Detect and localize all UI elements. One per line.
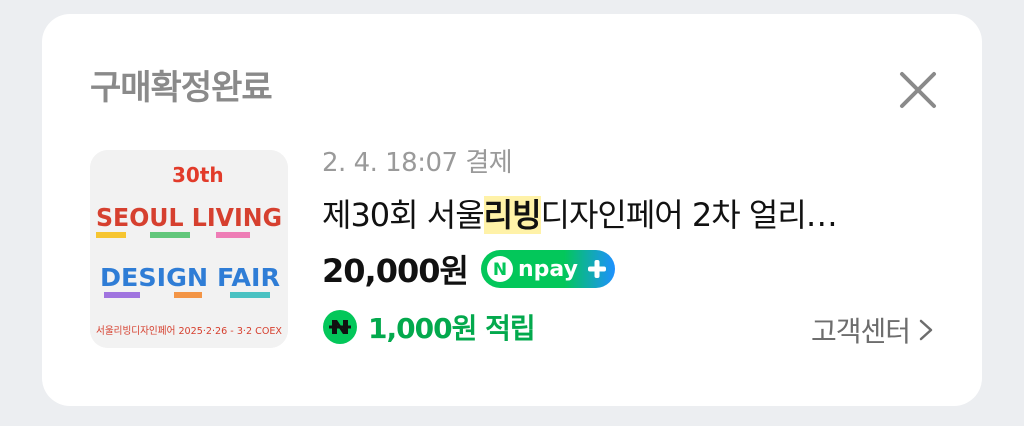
poster-footer: 서울리빙디자인페어 2025·2·26 - 3·2 COEX [96, 325, 282, 337]
card-title: 구매확정완료 [90, 68, 273, 108]
chevron-right-icon [919, 319, 933, 341]
naver-n-coin-icon [323, 310, 357, 344]
npay-label: npay [518, 257, 578, 282]
reward-row: 1,000원 적립 [322, 306, 536, 348]
product-thumbnail[interactable]: 30th SEOUL LIVING DESIGN FAIR 서울리빙디자인페어 … [90, 150, 288, 348]
close-button[interactable] [894, 66, 942, 114]
price: 20,000원 [322, 252, 469, 290]
reward-points: 1,000원 적립 [368, 312, 536, 345]
price-row: 20,000원 N npay [322, 248, 616, 290]
poster-line1: SEOUL LIVING [96, 203, 282, 232]
npay-plus-badge: N npay [480, 250, 615, 288]
customer-center-label: 고객센터 [810, 315, 911, 348]
product-title-highlight: 리빙 [483, 196, 542, 234]
product-title-post: 디자인페어 2차 얼리… [540, 196, 838, 234]
seoul-living-design-fair-poster: 30th SEOUL LIVING DESIGN FAIR 서울리빙디자인페어 … [90, 150, 288, 348]
svg-text:N: N [493, 260, 507, 280]
payment-date: 2. 4. 18:07 결제 [322, 148, 513, 178]
product-title-pre: 제30회 서울 [322, 196, 485, 234]
poster-edition: 30th [172, 163, 224, 187]
order-card: 구매확정완료 30th SEOUL LIVING DESIGN FAIR 서울리… [42, 14, 982, 406]
customer-center-link[interactable]: 고객센터 [811, 310, 934, 350]
close-icon [900, 72, 936, 108]
poster-line2: DESIGN FAIR [100, 263, 280, 292]
product-title[interactable]: 제30회 서울리빙디자인페어 2차 얼리… [322, 190, 838, 236]
